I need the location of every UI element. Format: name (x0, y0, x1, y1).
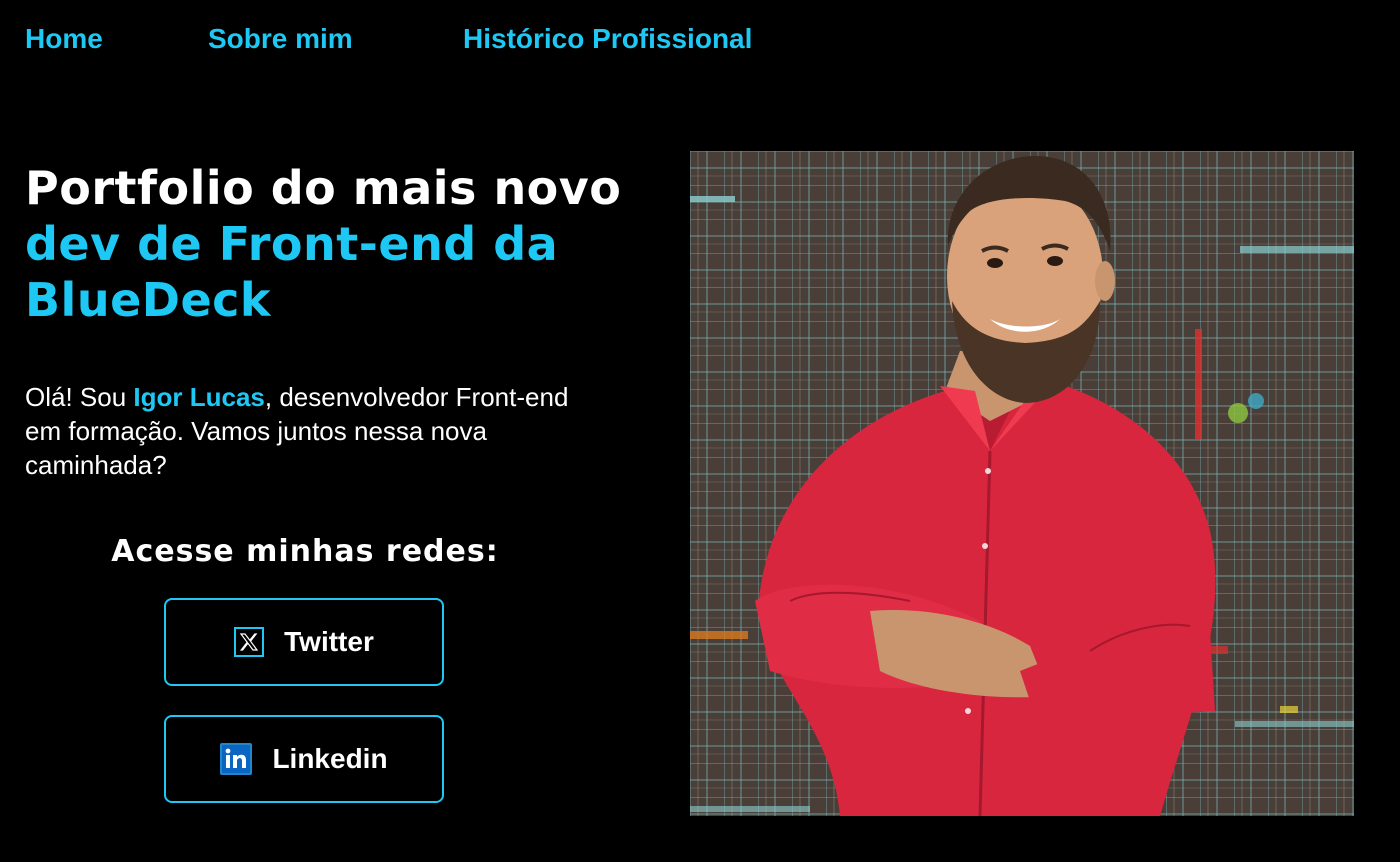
twitter-label: Twitter (284, 626, 374, 657)
linkedin-label: Linkedin (272, 743, 388, 774)
twitter-button[interactable]: Twitter (164, 598, 444, 686)
nav-link-sobre-mim[interactable]: Sobre mim (208, 20, 353, 58)
headline-text: Portfolio do mais novo (25, 161, 622, 215)
intro-name: Igor Lucas (133, 382, 265, 412)
x-twitter-icon (234, 627, 265, 657)
profile-photo (690, 151, 1354, 816)
hero-headline: Portfolio do mais novo dev de Front-end … (25, 160, 625, 328)
linkedin-icon (220, 743, 253, 775)
intro-text-before: Olá! Sou (25, 382, 134, 412)
social-title: Acesse minhas redes: (111, 534, 499, 569)
nav-link-home[interactable]: Home (25, 20, 103, 58)
linkedin-button[interactable]: Linkedin (164, 715, 444, 803)
headline-highlight: dev de Front-end da BlueDeck (25, 217, 559, 327)
hero-intro: Olá! Sou Igor Lucas, desenvolvedor Front… (25, 380, 585, 482)
nav-link-historico-profissional[interactable]: Histórico Profissional (463, 20, 752, 58)
